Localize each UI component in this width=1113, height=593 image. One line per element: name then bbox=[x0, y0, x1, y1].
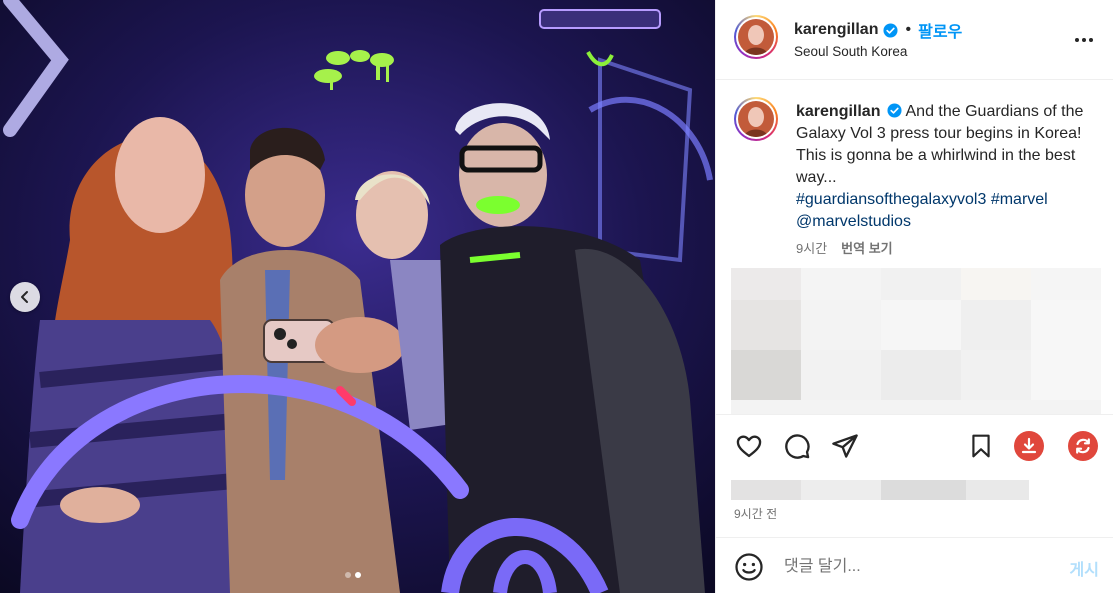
mention-link[interactable]: @marvelstudios bbox=[796, 213, 911, 230]
caption-avatar[interactable] bbox=[734, 97, 778, 141]
comment-form: 게시 bbox=[716, 537, 1113, 593]
post-location[interactable]: Seoul South Korea bbox=[794, 44, 907, 59]
comment-bubble-icon[interactable] bbox=[782, 431, 812, 461]
caption-age[interactable]: 9시간 bbox=[796, 238, 827, 257]
carousel-prev-button[interactable] bbox=[10, 282, 40, 312]
post-photo[interactable] bbox=[0, 0, 715, 593]
likes-count-blurred bbox=[731, 480, 1029, 500]
smiley-icon[interactable] bbox=[734, 552, 764, 582]
caption-username[interactable]: karengillan bbox=[796, 103, 880, 120]
comment-input[interactable] bbox=[784, 555, 1034, 579]
selfie-photo-image bbox=[0, 0, 715, 593]
heart-icon[interactable] bbox=[734, 431, 764, 461]
author-username[interactable]: karengillan bbox=[794, 21, 878, 39]
carousel-indicator bbox=[345, 572, 361, 578]
verified-badge-icon bbox=[883, 22, 899, 38]
author-line: karengillan • 팔로우 bbox=[794, 18, 962, 42]
comments-list-blurred bbox=[731, 268, 1101, 414]
translate-button[interactable]: 번역 보기 bbox=[841, 238, 892, 257]
post-timestamp[interactable]: 9시간 전 bbox=[734, 505, 777, 522]
avatar-image bbox=[738, 101, 774, 137]
hashtag-link[interactable]: #marvel bbox=[991, 191, 1048, 208]
hashtag-link[interactable]: #guardiansofthegalaxyvol3 bbox=[796, 191, 986, 208]
avatar-image bbox=[738, 19, 774, 55]
follow-button[interactable]: 팔로우 bbox=[918, 18, 962, 42]
refresh-icon[interactable] bbox=[1068, 431, 1098, 461]
verified-badge-icon bbox=[887, 103, 902, 118]
more-options-icon[interactable] bbox=[1072, 28, 1096, 52]
caption-meta: 9시간 번역 보기 bbox=[796, 238, 893, 257]
separator-dot: • bbox=[905, 21, 912, 38]
post-caption: karengillan And the Guardians of the Gal… bbox=[796, 101, 1096, 233]
chevron-left-icon bbox=[21, 291, 28, 303]
bookmark-icon[interactable] bbox=[966, 431, 996, 461]
post-comment-button[interactable]: 게시 bbox=[1070, 556, 1099, 580]
carousel-dot-active bbox=[355, 572, 361, 578]
carousel-dot bbox=[345, 572, 351, 578]
post-details-panel: karengillan • 팔로우 Seoul South Korea kare… bbox=[715, 0, 1113, 593]
paper-plane-icon[interactable] bbox=[830, 431, 860, 461]
post-header: karengillan • 팔로우 Seoul South Korea bbox=[716, 0, 1113, 80]
download-icon[interactable] bbox=[1014, 431, 1044, 461]
avatar[interactable] bbox=[734, 15, 778, 59]
post-actions bbox=[716, 414, 1113, 476]
